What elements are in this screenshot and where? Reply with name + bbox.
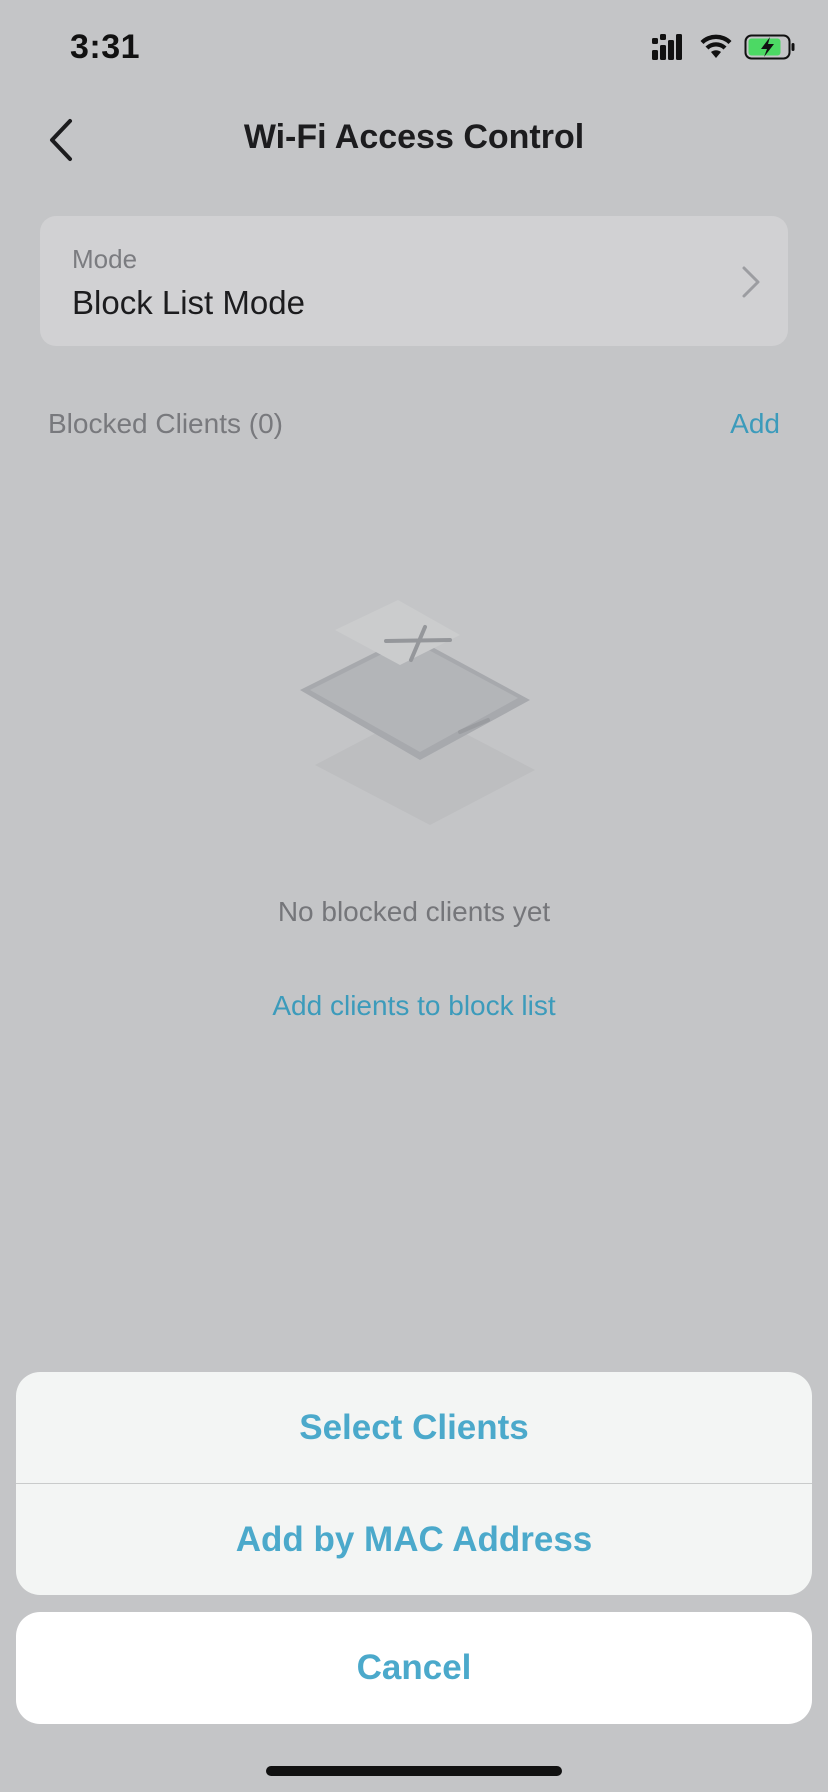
page-title: Wi-Fi Access Control xyxy=(243,118,585,156)
chevron-right-icon xyxy=(742,266,760,298)
status-time: 3:31 xyxy=(70,28,141,66)
battery-charging-icon xyxy=(744,34,795,60)
empty-state-message: No blocked clients yet xyxy=(277,896,551,927)
mode-value: Block List Mode xyxy=(72,284,305,321)
blocked-clients-header: Blocked Clients (0) xyxy=(48,408,283,439)
mode-label: Mode xyxy=(72,244,138,274)
status-bar: 3:31 xyxy=(0,0,828,100)
add-by-mac-button[interactable]: Add by MAC Address xyxy=(16,1484,812,1595)
empty-devices-illustration xyxy=(300,600,535,825)
select-clients-button[interactable]: Select Clients xyxy=(16,1372,812,1483)
mode-selector[interactable]: Mode Block List Mode xyxy=(40,216,788,346)
action-sheet-options: Select Clients Add by MAC Address xyxy=(16,1372,812,1595)
add-clients-link[interactable]: Add clients to block list xyxy=(0,990,828,1022)
home-indicator[interactable] xyxy=(266,1766,562,1776)
cellular-signal-icon xyxy=(652,34,682,60)
cancel-button[interactable]: Cancel xyxy=(16,1612,812,1724)
wifi-icon xyxy=(700,34,732,58)
status-icons xyxy=(652,34,796,60)
add-button[interactable]: Add xyxy=(730,408,780,440)
